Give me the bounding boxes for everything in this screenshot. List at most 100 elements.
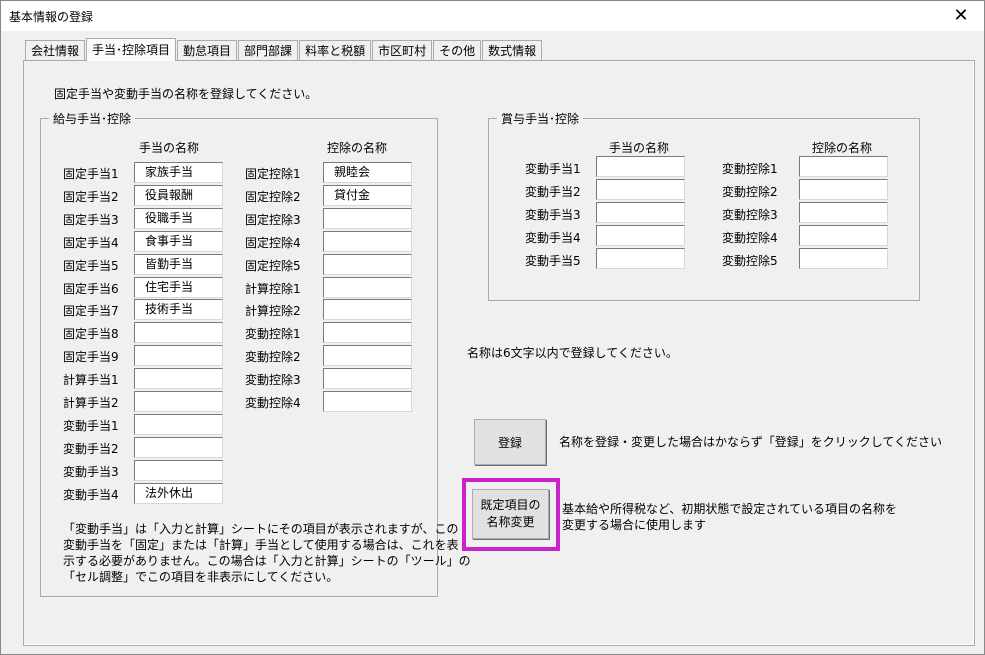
rename-button-line2: 名称変更 bbox=[486, 515, 535, 529]
bonus-allowance-field[interactable] bbox=[596, 179, 685, 200]
bonus-deduction-label: 変動控除3 bbox=[722, 208, 778, 222]
salary-deduction-field[interactable] bbox=[323, 207, 412, 229]
salary-allowance-label: 固定手当2 bbox=[63, 189, 119, 204]
salary-allowance-field[interactable]: 法外休出 bbox=[134, 482, 223, 504]
salary-deduction-header: 控除の名称 bbox=[327, 141, 388, 155]
salary-deduction-label: 変動控除3 bbox=[245, 373, 301, 388]
salary-deduction-field[interactable]: 親睦会 bbox=[323, 162, 412, 183]
salary-allowance-field[interactable] bbox=[134, 413, 223, 435]
salary-allowance-label: 固定手当7 bbox=[63, 304, 119, 319]
rename-button-line1: 既定項目の bbox=[480, 498, 541, 512]
salary-allowance-field[interactable]: 食事手当 bbox=[134, 230, 223, 252]
bonus-allowance-field[interactable] bbox=[596, 202, 685, 223]
salary-allowance-label: 固定手当8 bbox=[63, 327, 119, 342]
tab-3[interactable]: 勤怠項目 bbox=[177, 40, 238, 61]
close-icon[interactable]: ✕ bbox=[938, 1, 984, 31]
name-limit-note: 名称は6文字以内で登録してください。 bbox=[467, 346, 678, 360]
bonus-deduction-label: 変動控除2 bbox=[722, 185, 778, 199]
salary-allowance-label: 変動手当1 bbox=[63, 418, 119, 433]
bonus-deduction-field[interactable] bbox=[799, 225, 888, 246]
salary-allowance-field[interactable] bbox=[134, 391, 223, 412]
salary-allowance-label: 固定手当5 bbox=[63, 258, 119, 273]
dialog-window: 基本情報の登録 ✕ 会社情報 手当･控除項目 勤怠項目 部門部課 料率と税額 市区町村 その… bbox=[0, 0, 985, 655]
salary-deduction-field[interactable] bbox=[323, 391, 412, 412]
salary-allowance-label: 計算手当2 bbox=[63, 396, 119, 410]
salary-allowance-field[interactable] bbox=[134, 322, 223, 344]
salary-allowance-label: 計算手当1 bbox=[63, 373, 119, 388]
salary-group-title: 給与手当･控除 bbox=[49, 110, 136, 127]
salary-allowance-field[interactable]: 住宅手当 bbox=[134, 276, 223, 298]
bonus-deduction-field[interactable] bbox=[799, 248, 888, 269]
bonus-allowance-label: 変動手当3 bbox=[525, 208, 581, 222]
bonus-deduction-field[interactable] bbox=[799, 156, 888, 177]
salary-allowance-label: 固定手当4 bbox=[63, 235, 119, 250]
register-note: 名称を登録・変更した場合はかならず「登録」をクリックしてください bbox=[559, 435, 943, 449]
bonus-allowance-label: 変動手当4 bbox=[525, 231, 581, 245]
salary-note-line: 変動手当を「固定」または「計算」手当として使用する場合は、これを表 bbox=[63, 538, 459, 552]
salary-deduction-field[interactable] bbox=[323, 322, 412, 344]
salary-allowance-field[interactable]: 家族手当 bbox=[134, 162, 223, 183]
salary-deduction-field[interactable] bbox=[323, 230, 412, 252]
salary-allowance-field[interactable] bbox=[134, 436, 223, 458]
salary-deduction-field[interactable] bbox=[323, 299, 412, 321]
salary-deduction-field[interactable] bbox=[323, 345, 412, 367]
bonus-deduction-label: 変動控除1 bbox=[722, 162, 778, 176]
rename-note-line1: 基本給や所得税など、初期状態で設定されている項目の名称を bbox=[562, 502, 898, 516]
salary-allowance-group: 給与手当･控除 手当の名称 控除の名称 固定手当1 家族手当 固定手当2 役員報酬 固定手当… bbox=[40, 110, 471, 597]
tab-6[interactable]: 市区町村 bbox=[372, 40, 433, 61]
bonus-deduction-label: 変動控除4 bbox=[722, 231, 778, 245]
salary-deduction-label: 変動控除2 bbox=[245, 350, 301, 365]
salary-allowance-field[interactable] bbox=[134, 345, 223, 367]
bonus-allowance-label: 変動手当1 bbox=[525, 162, 581, 176]
salary-allowance-label: 変動手当2 bbox=[63, 441, 119, 456]
bonus-deduction-header: 控除の名称 bbox=[812, 141, 873, 155]
bonus-allowance-header: 手当の名称 bbox=[609, 141, 670, 155]
salary-allowance-field[interactable] bbox=[134, 368, 223, 390]
bonus-allowance-field[interactable] bbox=[596, 225, 685, 246]
rename-default-items-button[interactable]: 既定項目の 名称変更 bbox=[472, 489, 549, 539]
salary-deduction-field[interactable] bbox=[323, 368, 412, 390]
tab-8[interactable]: 数式情報 bbox=[482, 40, 543, 61]
tab-1[interactable]: 会社情報 bbox=[25, 40, 86, 61]
salary-allowance-field[interactable]: 役職手当 bbox=[134, 207, 223, 229]
salary-allowance-label: 固定手当1 bbox=[63, 167, 119, 181]
salary-allowance-label: 変動手当4 bbox=[63, 487, 119, 502]
window-title: 基本情報の登録 bbox=[9, 10, 94, 24]
tab-7[interactable]: その他 bbox=[433, 40, 482, 61]
tab-5[interactable]: 料率と税額 bbox=[299, 40, 372, 61]
salary-allowance-label: 固定手当9 bbox=[63, 350, 119, 365]
bonus-allowance-label: 変動手当5 bbox=[525, 254, 581, 268]
bonus-deduction-field[interactable] bbox=[799, 179, 888, 200]
rename-note-line2: 変更する場合に使用します bbox=[562, 518, 707, 532]
salary-deduction-label: 計算控除2 bbox=[245, 304, 301, 319]
salary-allowance-field[interactable]: 技術手当 bbox=[134, 299, 223, 321]
salary-allowance-label: 固定手当3 bbox=[63, 212, 119, 227]
salary-allowance-field[interactable]: 皆勤手当 bbox=[134, 253, 223, 275]
bonus-allowance-field[interactable] bbox=[596, 248, 685, 269]
tab-panel-allowances: 固定手当や変動手当の名称を登録してください。 給与手当･控除 手当の名称 控除の名… bbox=[23, 60, 975, 646]
salary-allowance-field[interactable]: 役員報酬 bbox=[134, 184, 223, 206]
salary-deduction-label: 固定控除4 bbox=[245, 235, 301, 250]
salary-deduction-field[interactable]: 貸付金 bbox=[323, 184, 412, 206]
salary-allowance-field[interactable] bbox=[134, 459, 223, 481]
salary-note-line: 「セル調整」でこの項目を非表示にしてください。 bbox=[63, 570, 339, 584]
bonus-allowance-group: 賞与手当･控除 手当の名称 控除の名称変動手当1 変動手当2 変動手当3 変動手当4 変動… bbox=[488, 110, 920, 301]
salary-deduction-field[interactable] bbox=[323, 276, 412, 298]
bonus-allowance-field[interactable] bbox=[596, 156, 685, 177]
salary-deduction-label: 固定控除2 bbox=[245, 189, 301, 204]
salary-allowance-header: 手当の名称 bbox=[139, 141, 200, 155]
salary-deduction-label: 固定控除1 bbox=[245, 167, 301, 181]
bonus-group-title: 賞与手当･控除 bbox=[497, 110, 584, 127]
title-bar: 基本情報の登録 ✕ bbox=[1, 1, 984, 31]
salary-deduction-field[interactable] bbox=[323, 253, 412, 275]
salary-deduction-label: 変動控除1 bbox=[245, 327, 301, 342]
salary-deduction-label: 変動控除4 bbox=[245, 396, 301, 410]
bonus-allowance-label: 変動手当2 bbox=[525, 185, 581, 199]
register-button[interactable]: 登録 bbox=[474, 419, 546, 465]
tab-2[interactable]: 手当･控除項目 bbox=[86, 38, 177, 61]
tab-strip: 会社情報 手当･控除項目 勤怠項目 部門部課 料率と税額 市区町村 その他 数式情報 bbox=[25, 38, 543, 61]
bonus-deduction-field[interactable] bbox=[799, 202, 888, 223]
tab-4[interactable]: 部門部課 bbox=[238, 40, 299, 61]
salary-deduction-label: 固定控除5 bbox=[245, 258, 301, 273]
instruction-text: 固定手当や変動手当の名称を登録してください。 bbox=[54, 87, 318, 101]
